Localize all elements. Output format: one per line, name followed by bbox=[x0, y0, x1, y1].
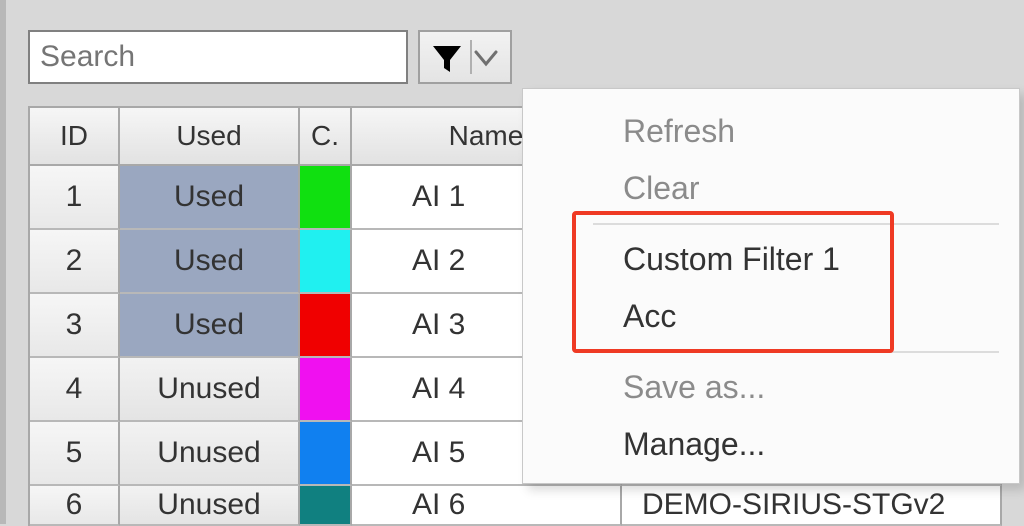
cell-color[interactable] bbox=[300, 486, 352, 526]
funnel-icon bbox=[430, 42, 464, 81]
filter-menu: Refresh Clear Custom Filter 1 Acc Save a… bbox=[522, 88, 1020, 484]
menu-refresh[interactable]: Refresh bbox=[523, 103, 1019, 160]
cell-color[interactable] bbox=[300, 230, 352, 294]
split-separator bbox=[470, 40, 472, 74]
color-swatch bbox=[300, 166, 350, 228]
col-id[interactable]: ID bbox=[30, 108, 120, 166]
search-box[interactable] bbox=[28, 30, 408, 84]
cell-id: 1 bbox=[30, 166, 120, 230]
color-swatch bbox=[300, 486, 350, 524]
cell-used[interactable]: Used bbox=[120, 294, 300, 358]
cell-id: 3 bbox=[30, 294, 120, 358]
cell-color[interactable] bbox=[300, 422, 352, 486]
search-input[interactable] bbox=[38, 39, 428, 75]
menu-separator bbox=[593, 223, 999, 225]
chevron-down-icon[interactable] bbox=[474, 50, 498, 73]
menu-save-as[interactable]: Save as... bbox=[523, 359, 1019, 416]
cell-color[interactable] bbox=[300, 294, 352, 358]
cell-used[interactable]: Used bbox=[120, 230, 300, 294]
cell-used[interactable]: Unused bbox=[120, 422, 300, 486]
cell-id: 6 bbox=[30, 486, 120, 526]
table-row[interactable]: 6 Unused AI 6 DEMO-SIRIUS-STGv2 bbox=[30, 486, 1008, 526]
menu-separator bbox=[593, 351, 999, 353]
col-used[interactable]: Used bbox=[120, 108, 300, 166]
cell-rest: DEMO-SIRIUS-STGv2 bbox=[622, 486, 1002, 526]
cell-color[interactable] bbox=[300, 166, 352, 230]
col-color[interactable]: C. bbox=[300, 108, 352, 166]
toolbar bbox=[28, 30, 512, 84]
cell-used[interactable]: Unused bbox=[120, 358, 300, 422]
filter-button[interactable] bbox=[418, 30, 512, 84]
cell-id: 2 bbox=[30, 230, 120, 294]
cell-used[interactable]: Unused bbox=[120, 486, 300, 526]
cell-color[interactable] bbox=[300, 358, 352, 422]
app-frame: ID Used C. Name 1 Used AI 1 2 Used AI 2 … bbox=[0, 0, 1024, 524]
menu-custom-filter-1[interactable]: Custom Filter 1 bbox=[523, 231, 1019, 288]
color-swatch bbox=[300, 358, 350, 420]
menu-clear[interactable]: Clear bbox=[523, 160, 1019, 217]
menu-manage[interactable]: Manage... bbox=[523, 416, 1019, 473]
cell-used[interactable]: Used bbox=[120, 166, 300, 230]
color-swatch bbox=[300, 230, 350, 292]
color-swatch bbox=[300, 422, 350, 484]
menu-acc[interactable]: Acc bbox=[523, 288, 1019, 345]
color-swatch bbox=[300, 294, 350, 356]
cell-id: 5 bbox=[30, 422, 120, 486]
cell-name[interactable]: AI 6 bbox=[352, 486, 622, 526]
cell-id: 4 bbox=[30, 358, 120, 422]
